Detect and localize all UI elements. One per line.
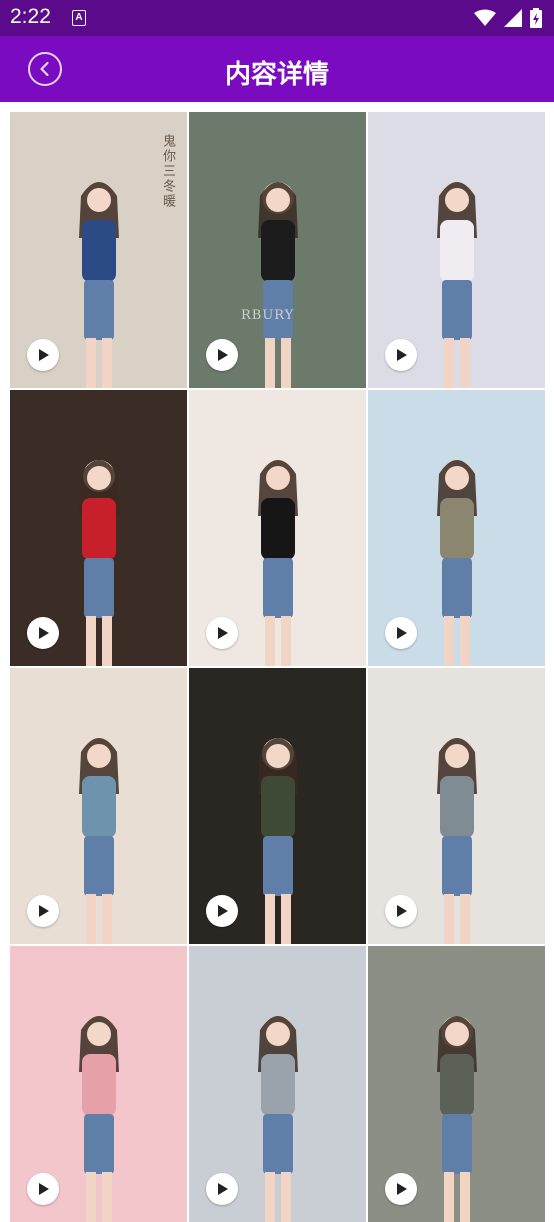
thumbnail-figure	[243, 724, 313, 944]
play-button[interactable]	[27, 1173, 59, 1205]
play-button[interactable]	[206, 1173, 238, 1205]
thumbnail-figure	[243, 168, 313, 388]
play-button[interactable]	[27, 617, 59, 649]
play-button[interactable]	[27, 339, 59, 371]
video-thumbnail[interactable]: RBURY	[189, 112, 366, 388]
status-bar: 2:22 A	[0, 0, 554, 36]
thumbnail-figure	[64, 446, 134, 666]
play-icon	[218, 627, 228, 639]
play-button[interactable]	[27, 895, 59, 927]
video-thumbnail[interactable]	[189, 668, 366, 944]
video-thumbnail[interactable]	[189, 390, 366, 666]
video-grid: 鬼你三冬暖 RBURY	[10, 112, 545, 1222]
shirt-print-text: RBURY	[241, 308, 295, 323]
play-icon	[39, 905, 49, 917]
thumbnail-figure	[243, 446, 313, 666]
thumbnail-figure	[422, 168, 492, 388]
thumbnail-figure	[422, 446, 492, 666]
thumbnail-figure	[64, 1002, 134, 1222]
notification-icon: A	[72, 10, 86, 26]
video-thumbnail[interactable]	[368, 390, 545, 666]
video-thumbnail[interactable]: 鬼你三冬暖	[10, 112, 187, 388]
video-thumbnail[interactable]	[10, 946, 187, 1222]
play-button[interactable]	[385, 339, 417, 371]
play-icon	[39, 1183, 49, 1195]
video-thumbnail[interactable]	[368, 112, 545, 388]
play-icon	[218, 1183, 228, 1195]
video-thumbnail[interactable]	[189, 946, 366, 1222]
thumbnail-figure	[422, 1002, 492, 1222]
video-thumbnail[interactable]	[368, 946, 545, 1222]
play-icon	[397, 627, 407, 639]
thumbnail-figure	[64, 168, 134, 388]
play-icon	[397, 349, 407, 361]
play-button[interactable]	[206, 339, 238, 371]
play-button[interactable]	[385, 1173, 417, 1205]
play-icon	[218, 349, 228, 361]
play-icon	[397, 1183, 407, 1195]
video-thumbnail[interactable]	[10, 668, 187, 944]
thumbnail-figure	[243, 1002, 313, 1222]
status-time: 2:22	[10, 5, 51, 28]
status-icons	[474, 8, 542, 28]
thumbnail-figure	[422, 724, 492, 944]
page-title: 内容详情	[224, 60, 329, 90]
thumbnail-caption: 鬼你三冬暖	[160, 134, 175, 209]
play-icon	[39, 349, 49, 361]
play-button[interactable]	[385, 617, 417, 649]
video-thumbnail[interactable]	[368, 668, 545, 944]
play-icon	[39, 627, 49, 639]
battery-icon	[530, 8, 542, 28]
thumbnail-figure	[64, 724, 134, 944]
wifi-icon	[474, 9, 496, 26]
play-button[interactable]	[206, 617, 238, 649]
video-thumbnail[interactable]	[10, 390, 187, 666]
play-icon	[397, 905, 407, 917]
play-button[interactable]	[385, 895, 417, 927]
play-icon	[218, 905, 228, 917]
app-bar: 内容详情	[0, 36, 554, 102]
play-button[interactable]	[206, 895, 238, 927]
signal-icon	[504, 9, 522, 27]
